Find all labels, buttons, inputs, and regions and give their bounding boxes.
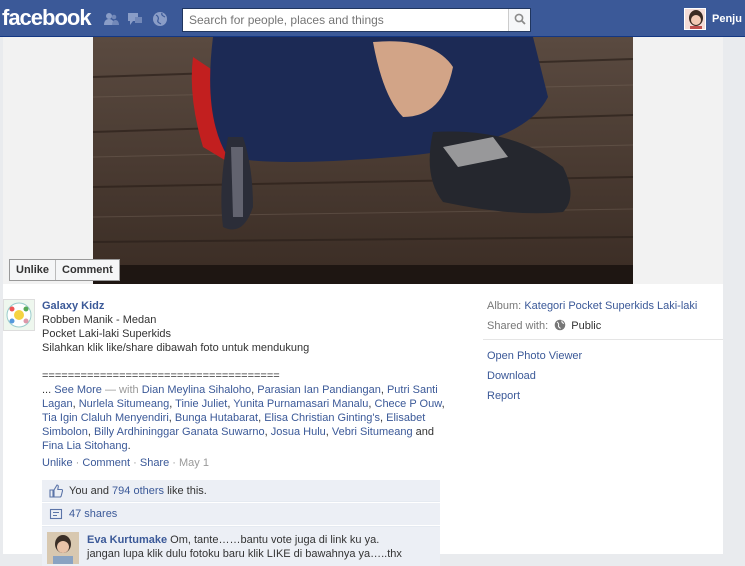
- with-text: — with: [105, 384, 139, 396]
- public-globe-icon: [554, 319, 566, 331]
- privacy-row: Shared with: Public: [487, 319, 723, 333]
- tagged-friend-link[interactable]: Elisa Christian Ginting's: [264, 412, 380, 424]
- caption-line: Robben Manik - Medan: [42, 314, 157, 326]
- comment-button[interactable]: Comment: [55, 260, 119, 280]
- user-avatar[interactable]: [684, 8, 706, 30]
- comment-link[interactable]: Comment: [82, 457, 130, 469]
- photo-action-buttons: Unlike Comment: [9, 259, 120, 281]
- friend-requests-icon[interactable]: [103, 11, 119, 27]
- post-actions: Unlike · Comment · Share · May 1: [42, 457, 209, 469]
- notifications-globe-icon[interactable]: [152, 11, 168, 27]
- unlike-link[interactable]: Unlike: [42, 457, 73, 469]
- messages-icon[interactable]: [127, 11, 143, 27]
- search-button[interactable]: [508, 9, 530, 31]
- page-avatar[interactable]: [3, 299, 35, 331]
- search-bar: [182, 8, 531, 32]
- thumbs-up-icon: [49, 484, 63, 498]
- caption-divider: =====================================: [42, 370, 280, 382]
- caption-line: Silahkan klik like/share dibawah foto un…: [42, 342, 310, 354]
- tagged-friends: ... See More — with Dian Meylina Sihaloh…: [42, 383, 452, 453]
- album-link[interactable]: Kategori Pocket Superkids Laki-laki: [524, 300, 697, 312]
- comment-text: Eva Kurtumake Om, tante……bantu vote juga…: [87, 533, 437, 561]
- shared-with-label: Shared with:: [487, 320, 549, 332]
- likes-prefix: You and: [69, 485, 109, 497]
- tagged-friend-link[interactable]: Parasian Ian Pandiangan: [257, 384, 381, 396]
- post-date[interactable]: May 1: [179, 457, 209, 469]
- likes-suffix: like this.: [167, 485, 207, 497]
- see-more-link[interactable]: See More: [54, 384, 102, 396]
- tagged-friend-link[interactable]: Fina Lia Sitohang: [42, 440, 128, 452]
- photo-image[interactable]: [93, 37, 633, 284]
- album-row: Album: Kategori Pocket Superkids Laki-la…: [487, 299, 723, 313]
- search-icon: [514, 13, 526, 25]
- photo-stage: Unlike Comment: [3, 37, 723, 284]
- share-icon: [49, 508, 63, 520]
- tagged-friend-link[interactable]: Bunga Hutabarat: [175, 412, 258, 424]
- photo-sidebar: Album: Kategori Pocket Superkids Laki-la…: [483, 299, 723, 409]
- shares-count-link[interactable]: 47 shares: [69, 508, 117, 520]
- caption-line: Pocket Laki-laki Superkids: [42, 328, 172, 340]
- comment: Eva Kurtumake Om, tante……bantu vote juga…: [42, 526, 440, 566]
- page-name-link[interactable]: Galaxy Kidz: [42, 299, 452, 313]
- facebook-logo[interactable]: facebook: [2, 5, 92, 31]
- post-body: Galaxy Kidz Robben Manik - Medan Pocket …: [42, 299, 452, 470]
- tagged-friend-link[interactable]: Chece P Ouw: [375, 398, 442, 410]
- tagged-friend-link[interactable]: Billy Ardhininggar Ganata Suwarno: [94, 426, 265, 438]
- sidebar-divider: [483, 339, 723, 340]
- report-link[interactable]: Report: [487, 389, 723, 403]
- tag-list: Dian Meylina Sihaloho, Parasian Ian Pand…: [42, 384, 445, 452]
- search-input[interactable]: [183, 9, 508, 31]
- user-name-link[interactable]: Penju: [712, 13, 742, 25]
- tagged-friend-link[interactable]: Tia Igin Claluh Menyendiri: [42, 412, 169, 424]
- share-link[interactable]: Share: [140, 457, 169, 469]
- commenter-name-link[interactable]: Eva Kurtumake: [87, 534, 167, 546]
- and-text: and: [412, 426, 435, 438]
- open-photo-viewer-link[interactable]: Open Photo Viewer: [487, 349, 723, 363]
- comment-body: Om, tante……bantu vote juga di link ku ya…: [170, 534, 380, 546]
- likes-summary: You and 794 others like this.: [42, 480, 440, 502]
- tagged-friend-link[interactable]: Vebri Situmeang: [332, 426, 413, 438]
- tagged-friend-link[interactable]: Dian Meylina Sihaloho: [142, 384, 251, 396]
- unlike-button[interactable]: Unlike: [10, 260, 56, 280]
- album-label: Album:: [487, 300, 522, 312]
- likes-others-link[interactable]: 794 others: [112, 485, 164, 497]
- commenter-avatar[interactable]: [47, 532, 79, 564]
- tagged-friend-link[interactable]: Nurlela Situmeang: [79, 398, 170, 410]
- photo-page: Unlike Comment Galaxy Kidz Robben Manik …: [3, 37, 723, 566]
- tagged-friend-link[interactable]: Tinie Juliet: [175, 398, 227, 410]
- privacy-value[interactable]: Public: [571, 320, 601, 332]
- download-link[interactable]: Download: [487, 369, 723, 383]
- tagged-friend-link[interactable]: Josua Hulu: [271, 426, 326, 438]
- tagged-friend-link[interactable]: Yunita Purnamasari Manalu: [233, 398, 368, 410]
- shares-summary: 47 shares: [42, 503, 440, 525]
- ellipsis: ...: [42, 384, 52, 396]
- top-bar: facebook Penju: [0, 0, 745, 37]
- comment-body-line2: jangan lupa klik dulu fotoku baru klik L…: [87, 548, 402, 560]
